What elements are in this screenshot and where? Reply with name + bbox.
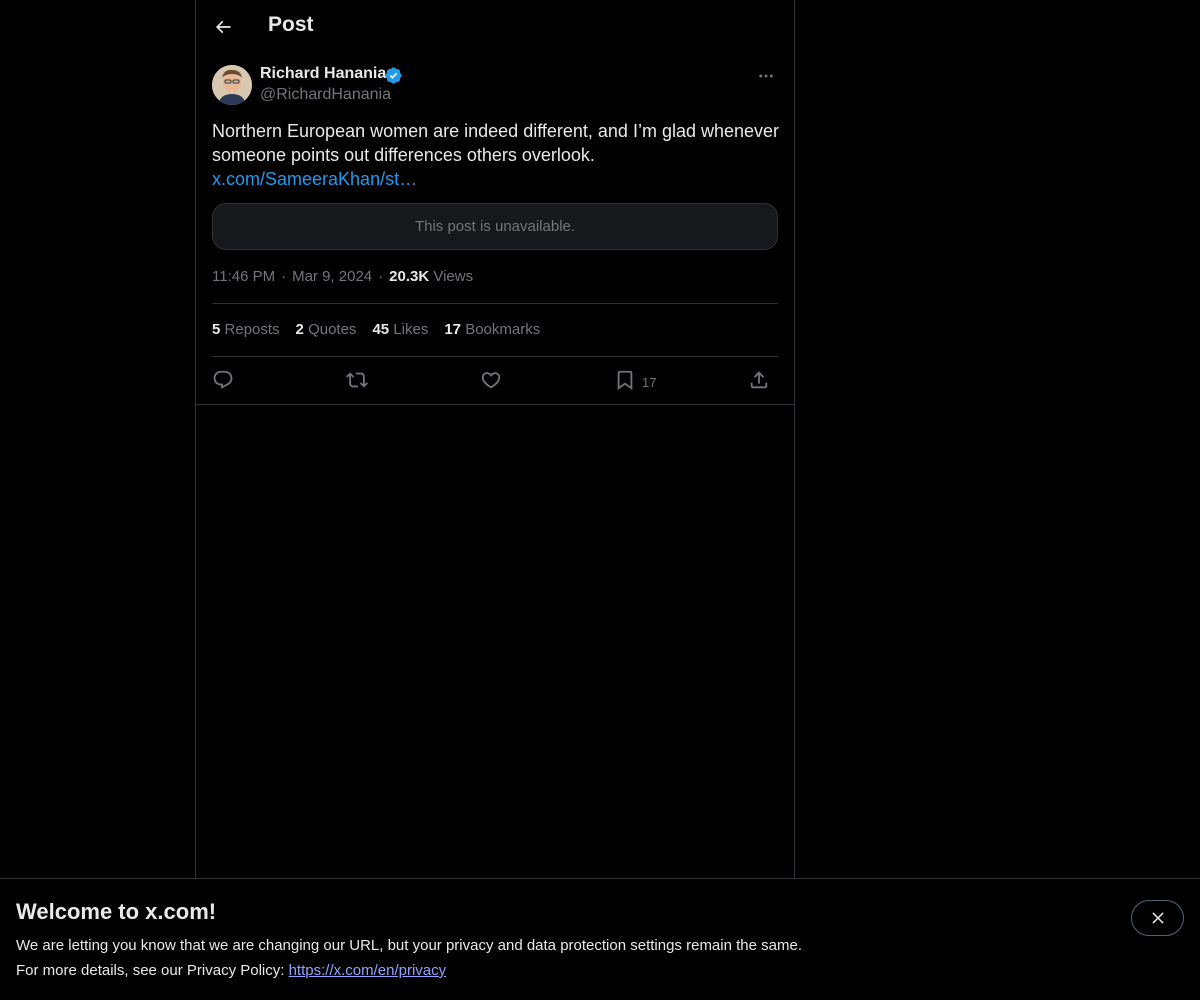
reposts-count: 5 <box>212 321 221 338</box>
back-button[interactable] <box>206 10 240 44</box>
meta-separator: · <box>281 268 287 285</box>
reposts-stat[interactable]: 5 Reposts <box>212 321 280 338</box>
like-button[interactable] <box>480 366 502 394</box>
post-link[interactable]: x.com/SameeraKhan/st… <box>212 169 417 189</box>
likes-stat[interactable]: 45 Likes <box>372 321 428 338</box>
page-title: Post <box>268 13 314 36</box>
post-column: Post Richard Hanania @RichardHanania Nor… <box>195 0 795 880</box>
share-icon <box>750 371 768 389</box>
verified-badge-icon <box>385 67 402 84</box>
reply-icon <box>213 370 233 389</box>
repost-icon <box>346 372 368 388</box>
banner-privacy-prefix: For more details, see our Privacy Policy… <box>16 962 289 979</box>
author-name[interactable]: Richard Hanania <box>260 65 386 83</box>
bookmarks-stat[interactable]: 17 Bookmarks <box>444 321 540 338</box>
bookmarks-count: 17 <box>444 321 462 338</box>
close-icon <box>1151 912 1164 924</box>
views-count: 20.3K <box>389 268 430 285</box>
banner-close-button[interactable] <box>1131 900 1184 936</box>
share-button[interactable] <box>748 366 770 394</box>
likes-label: Likes <box>393 321 429 338</box>
bookmark-button[interactable]: 17 <box>614 366 656 394</box>
banner-privacy-line: For more details, see our Privacy Policy… <box>16 962 446 979</box>
repost-button[interactable] <box>346 366 368 394</box>
quoted-post-unavailable: This post is unavailable. <box>212 203 778 250</box>
bookmarks-label: Bookmarks <box>465 321 541 338</box>
quotes-stat[interactable]: 2 Quotes <box>296 321 357 338</box>
quotes-count: 2 <box>295 321 304 338</box>
avatar[interactable] <box>212 65 252 105</box>
quotes-label: Quotes <box>308 321 357 338</box>
action-bar: 17 <box>212 366 778 394</box>
post-text: Northern European women are indeed diffe… <box>212 119 782 191</box>
back-arrow-icon <box>215 20 231 34</box>
post-meta: 11:46 PM · Mar 9, 2024 · 20.3K Views <box>212 268 473 285</box>
more-icon <box>759 74 773 78</box>
divider <box>212 303 778 304</box>
post-time[interactable]: 11:46 PM <box>212 268 275 285</box>
privacy-policy-link[interactable]: https://x.com/en/privacy <box>289 962 447 979</box>
divider <box>212 356 778 357</box>
post-body: Northern European women are indeed diffe… <box>212 121 780 165</box>
more-button[interactable] <box>754 64 778 88</box>
url-change-banner: Welcome to x.com! We are letting you kno… <box>0 878 1200 1000</box>
post-date[interactable]: Mar 9, 2024 <box>292 268 372 285</box>
like-icon <box>481 372 501 389</box>
post-stats: 5 Reposts 2 Quotes 45 Likes 17 Bookmarks <box>212 321 556 338</box>
top-bar: Post <box>196 0 794 53</box>
banner-title: Welcome to x.com! <box>16 899 217 924</box>
bookmark-count: 17 <box>642 374 657 390</box>
avatar-image <box>212 65 252 105</box>
views-label: Views <box>433 268 474 285</box>
author-handle[interactable]: @RichardHanania <box>260 86 391 104</box>
reposts-label: Reposts <box>224 321 280 338</box>
banner-message: We are letting you know that we are chan… <box>16 937 802 954</box>
post-author: Richard Hanania @RichardHanania <box>212 64 778 108</box>
divider <box>196 404 794 405</box>
bookmark-icon <box>617 370 633 391</box>
meta-separator: · <box>378 268 384 285</box>
reply-button[interactable] <box>212 366 234 394</box>
likes-count: 45 <box>372 321 390 338</box>
